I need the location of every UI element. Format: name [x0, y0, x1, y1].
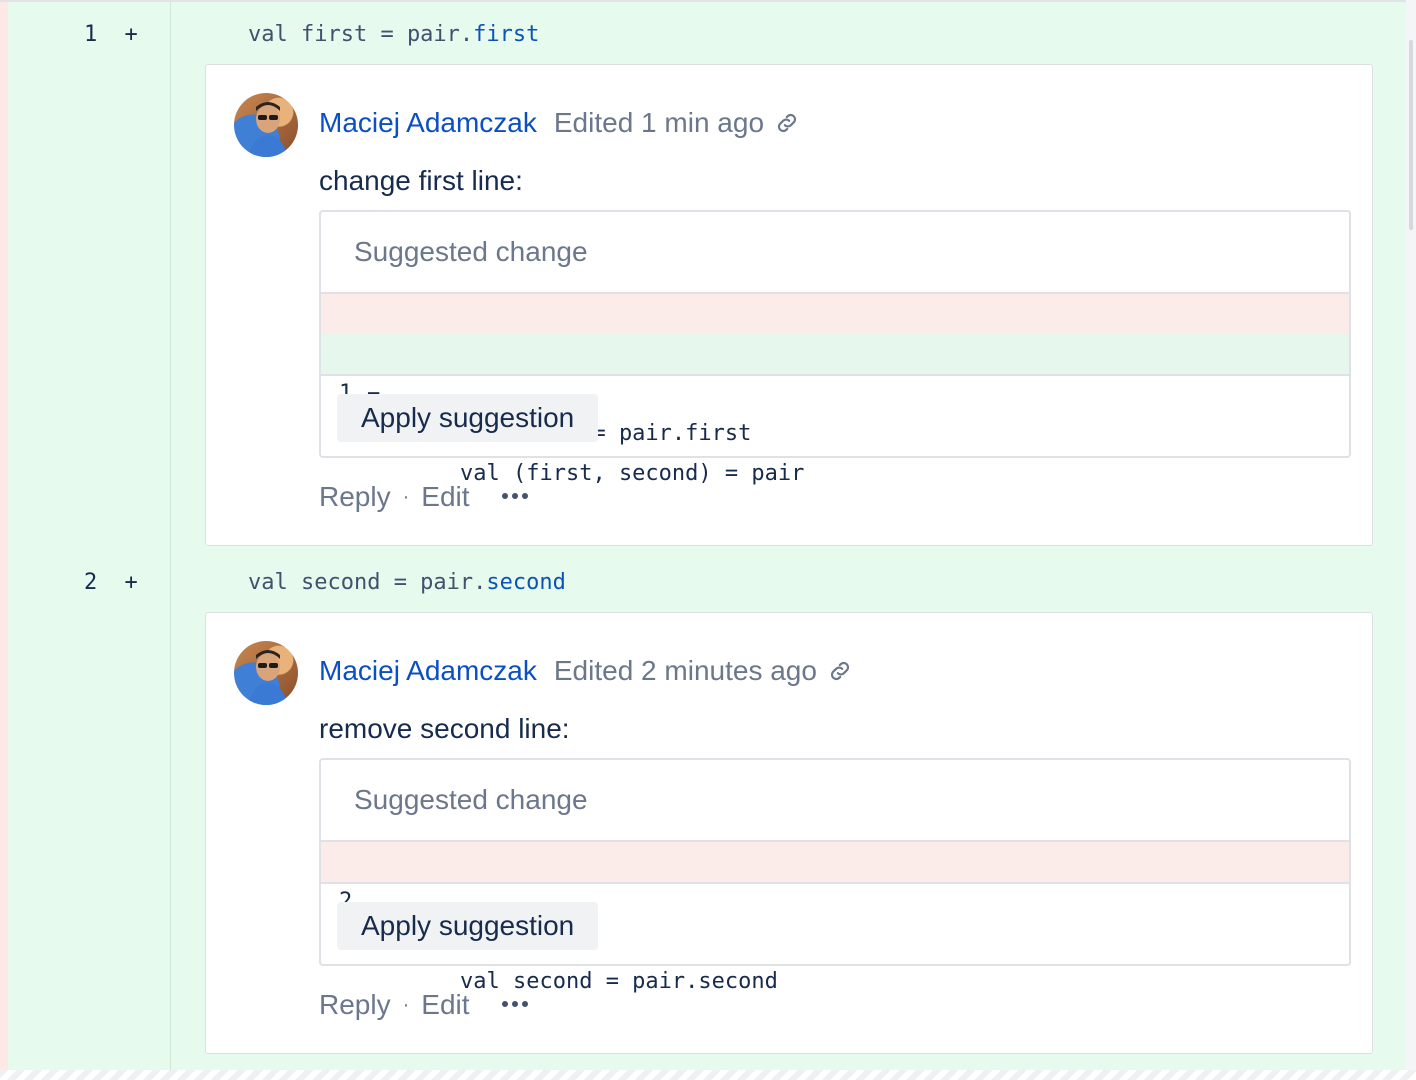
line-sign: + [124, 22, 138, 47]
more-icon[interactable] [501, 493, 530, 501]
apply-area: Apply suggestion [321, 376, 1349, 456]
comment-header: Maciej Adamczak Edited 2 minutes ago [319, 655, 853, 687]
reply-button[interactable]: Reply [319, 989, 391, 1021]
diff-left-strip [0, 2, 8, 1072]
edited-timestamp[interactable]: Edited 1 min ago [554, 107, 764, 139]
comment-header: Maciej Adamczak Edited 1 min ago [319, 107, 800, 139]
apply-suggestion-button[interactable]: Apply suggestion [337, 902, 599, 950]
more-icon[interactable] [501, 1001, 530, 1009]
suggested-diff: 2 − val second = pair.second [321, 842, 1349, 994]
comment-actions: Reply · Edit [319, 989, 530, 1021]
suggested-change-title: Suggested change [321, 760, 1349, 842]
line-number: 1 + [84, 22, 144, 47]
line-number-value: 1 [84, 22, 98, 47]
suggested-diff: 1 − val first = pair.first 1 + val (firs… [321, 294, 1349, 486]
edit-button[interactable]: Edit [421, 989, 469, 1021]
scrollbar[interactable] [1409, 40, 1413, 230]
line-sign: + [124, 570, 138, 595]
reply-button[interactable]: Reply [319, 481, 391, 513]
code-property: first [473, 22, 540, 47]
code-text: val second = pair. [248, 570, 487, 595]
suggested-change-box: Suggested change 1 − val first = pair.fi… [319, 210, 1351, 486]
removed-line: 1 − val first = pair.first [321, 294, 1349, 446]
separator: · [402, 485, 410, 508]
apply-area: Apply suggestion [321, 884, 1349, 964]
code-line: val second = pair.second [248, 570, 566, 595]
avatar[interactable] [234, 93, 298, 157]
comment-text: remove second line: [319, 713, 570, 744]
code-property: second [486, 570, 566, 595]
link-icon[interactable] [827, 658, 853, 684]
suggested-change-box: Suggested change 2 − val second = pair.s… [319, 758, 1351, 994]
apply-suggestion-button[interactable]: Apply suggestion [337, 394, 599, 442]
author-link[interactable]: Maciej Adamczak [319, 655, 537, 687]
removed-line: 2 − val second = pair.second [321, 842, 1349, 994]
separator: · [402, 993, 410, 1016]
suggested-change-title: Suggested change [321, 212, 1349, 294]
comment-text: change first line: [319, 165, 523, 196]
diff-view: 1 + val first = pair.first Maciej Adamcz… [0, 0, 1406, 1072]
author-link[interactable]: Maciej Adamczak [319, 107, 537, 139]
gutter-divider [170, 2, 171, 1072]
link-icon[interactable] [774, 110, 800, 136]
avatar[interactable] [234, 641, 298, 705]
code-line: val first = pair.first [248, 22, 539, 47]
comment-card: Maciej Adamczak Edited 1 min ago change … [205, 64, 1373, 546]
avatar-icon [248, 102, 288, 157]
comment-card: Maciej Adamczak Edited 2 minutes ago rem… [205, 612, 1373, 1054]
comment-actions: Reply · Edit [319, 481, 530, 513]
edited-timestamp[interactable]: Edited 2 minutes ago [554, 655, 817, 687]
line-number: 2 + [84, 570, 144, 595]
hatched-footer [0, 1070, 1416, 1080]
added-line: 1 + val (first, second) = pair [321, 334, 1349, 486]
line-number-value: 2 [84, 570, 98, 595]
avatar-icon [248, 650, 288, 705]
code-text: val first = pair. [248, 22, 474, 47]
edit-button[interactable]: Edit [421, 481, 469, 513]
